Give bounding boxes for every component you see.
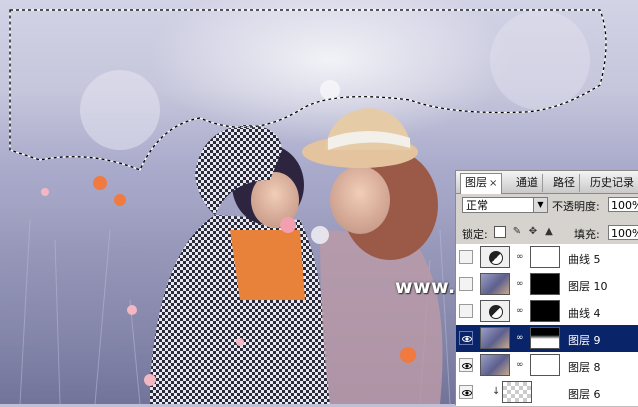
tab-channels-label: 通道: [516, 176, 538, 189]
layer-name: 图层 9: [568, 334, 601, 347]
tab-history[interactable]: 历史记录: [586, 174, 638, 192]
eye-icon[interactable]: [459, 277, 473, 291]
panel-tab-bar: 图层 × 通道 路径 历史记录: [456, 171, 638, 194]
lock-label: 锁定:: [462, 228, 488, 241]
layer-thumbnail: [502, 381, 532, 403]
layer-row-layer-8[interactable]: ∞ 图层 8: [456, 352, 638, 380]
layer-name: 图层 6: [568, 388, 601, 401]
layer-thumbnail: [480, 327, 510, 349]
eye-icon[interactable]: [459, 331, 473, 345]
blend-mode-value: 正常: [466, 199, 488, 212]
layer-row-curves-4[interactable]: ∞ 曲线 4: [456, 298, 638, 326]
close-icon[interactable]: ×: [489, 178, 497, 189]
layer-row-layer-9[interactable]: ∞ 图层 9: [456, 325, 638, 353]
fill-label: 填充:: [574, 228, 600, 241]
blend-mode-select[interactable]: 正常 ▼: [462, 197, 548, 213]
tab-channels[interactable]: 通道: [512, 174, 543, 192]
bokeh-blob: [490, 10, 590, 110]
layer-row-curves-5[interactable]: ∞ 曲线 5: [456, 244, 638, 272]
opacity-input[interactable]: 100%: [608, 197, 638, 212]
tab-paths-label: 路径: [553, 176, 575, 189]
lock-brush-icon[interactable]: ✎: [511, 226, 523, 238]
layer-mask-thumbnail[interactable]: [530, 273, 560, 295]
adjustment-thumbnail: [480, 246, 510, 268]
layer-mask-thumbnail[interactable]: [530, 246, 560, 268]
tab-history-label: 历史记录: [590, 176, 634, 189]
layer-mask-thumbnail[interactable]: [530, 354, 560, 376]
opacity-label: 不透明度:: [552, 200, 600, 213]
chain-link-icon[interactable]: ∞: [516, 279, 524, 290]
chain-link-icon[interactable]: ∞: [516, 306, 524, 317]
fill-input[interactable]: 100%: [608, 225, 638, 240]
eye-icon[interactable]: [459, 304, 473, 318]
tab-paths[interactable]: 路径: [549, 174, 580, 192]
chain-link-icon[interactable]: ∞: [516, 333, 524, 344]
eye-icon[interactable]: [459, 250, 473, 264]
lock-transparency-icon[interactable]: [494, 226, 506, 238]
clip-arrow-icon: ↓: [492, 386, 501, 397]
layer-name: 图层 8: [568, 361, 601, 374]
boy-orange-tee: [230, 230, 305, 300]
lock-all-icon[interactable]: ▲: [543, 226, 555, 238]
eye-icon[interactable]: [459, 385, 473, 399]
layer-thumbnail: [480, 354, 510, 376]
layer-name: 图层 10: [568, 280, 608, 293]
lock-move-icon[interactable]: ✥: [527, 226, 539, 238]
layer-row-layer-10[interactable]: ∞ 图层 10: [456, 271, 638, 299]
chain-link-icon[interactable]: ∞: [516, 360, 524, 371]
layer-row-layer-6[interactable]: ↓ 图层 6: [456, 379, 638, 407]
girl-face: [330, 166, 390, 234]
layer-mask-thumbnail[interactable]: [530, 327, 560, 349]
layer-list: ∞ 曲线 5 ∞ 图层 10 ∞ 曲线 4 ∞ 图层 9 ∞ 图层 8 ↓ 图层…: [456, 244, 638, 407]
eye-icon[interactable]: [459, 358, 473, 372]
chevron-down-icon[interactable]: ▼: [533, 198, 547, 212]
layer-name: 曲线 5: [568, 253, 601, 266]
layer-mask-thumbnail[interactable]: [530, 300, 560, 322]
layer-name: 曲线 4: [568, 307, 601, 320]
layers-panel: 图层× 通道 路径 历史记录 正常 ▼ 不透明度: 100% 锁定: ✎ ✥ ▲…: [455, 170, 638, 407]
chain-link-icon[interactable]: ∞: [516, 252, 524, 263]
layer-thumbnail: [480, 273, 510, 295]
adjustment-thumbnail: [480, 300, 510, 322]
tab-layers[interactable]: 图层 ×: [460, 173, 503, 194]
bokeh-blob: [80, 70, 160, 150]
bokeh-blob: [320, 80, 340, 100]
tab-layers-label: 图层: [465, 176, 487, 189]
